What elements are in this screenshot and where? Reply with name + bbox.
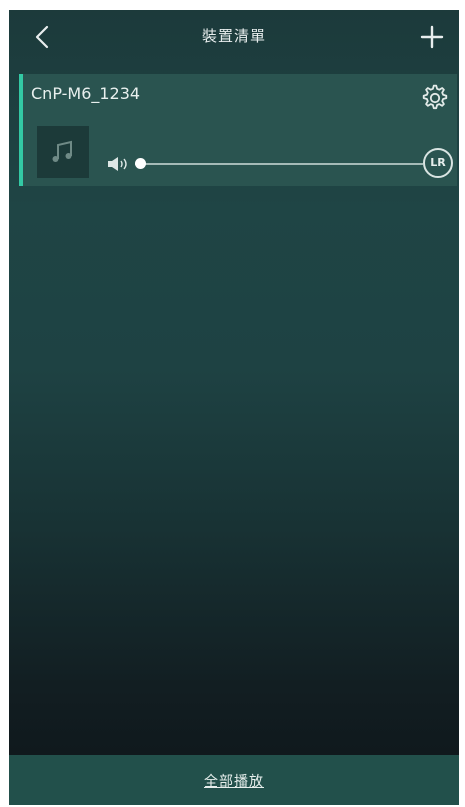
album-artwork: [37, 126, 89, 178]
volume-slider[interactable]: [135, 154, 423, 174]
play-all-label: 全部播放: [204, 774, 264, 790]
device-name: CnP-M6_1234: [31, 84, 141, 103]
nav-bar: 裝置清單: [9, 10, 459, 64]
music-note-icon: [52, 140, 72, 162]
gear-icon: [422, 84, 448, 110]
channel-lr-button[interactable]: LR: [423, 148, 453, 178]
play-all-button[interactable]: 全部播放: [9, 755, 459, 805]
page-title: 裝置清單: [201, 27, 266, 45]
volume-slider-knob[interactable]: [135, 158, 146, 169]
plus-icon: [420, 25, 444, 49]
speaker-icon: [107, 156, 131, 172]
device-settings-button[interactable]: [417, 80, 453, 116]
volume-slider-track: [135, 163, 423, 165]
device-list-screen: 裝置清單 CnP-M6_1234 LR 全部播放: [9, 10, 459, 805]
add-device-button[interactable]: [417, 22, 447, 52]
device-card[interactable]: CnP-M6_1234 LR: [19, 74, 457, 186]
